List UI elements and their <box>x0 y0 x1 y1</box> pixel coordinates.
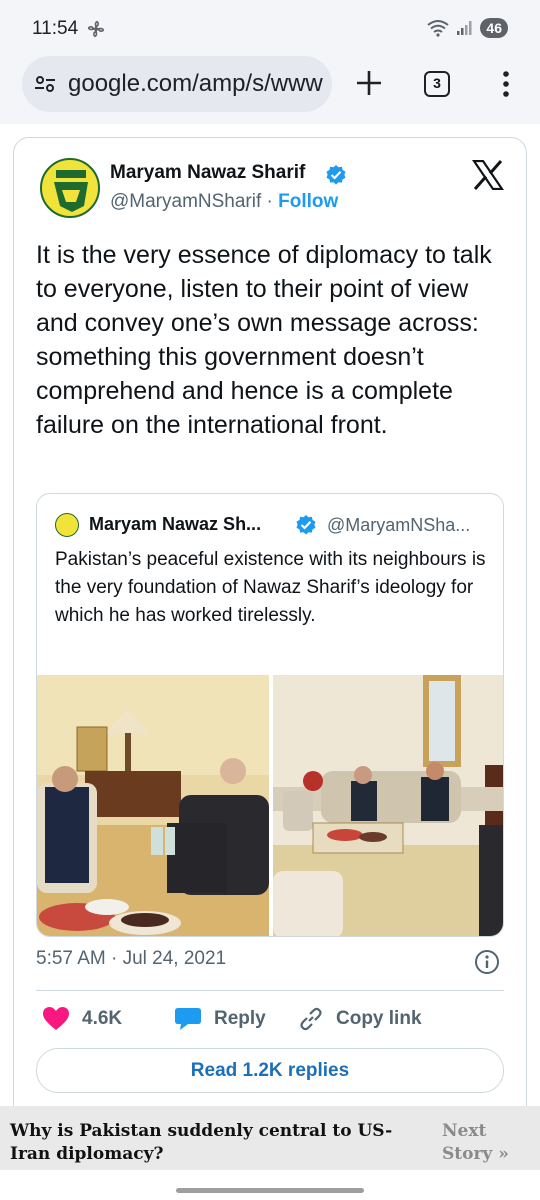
quoted-author-handle: @MaryamNSha... <box>327 515 471 535</box>
wifi-icon <box>427 20 450 37</box>
next-story-link[interactable]: Next Story » <box>442 1120 512 1166</box>
divider <box>36 990 504 991</box>
party-logo-icon <box>54 170 88 212</box>
battery-indicator: 46 <box>480 18 508 38</box>
status-time: 11:54 <box>32 18 79 39</box>
address-bar[interactable]: google.com/amp/s/www <box>22 56 332 112</box>
like-count: 4.6K <box>82 1008 123 1029</box>
info-icon[interactable] <box>474 949 500 975</box>
author-name[interactable]: Maryam Nawaz Sharif <box>110 162 305 184</box>
link-icon <box>300 1007 322 1031</box>
story-bar: Why is Pakistan suddenly central to US-I… <box>0 1106 540 1170</box>
reply-bubble-icon <box>175 1008 201 1030</box>
tweet-actions: 4.6K Reply Copy link <box>36 1006 506 1042</box>
site-settings-icon[interactable] <box>34 73 56 95</box>
story-title-link[interactable]: Why is Pakistan suddenly central to US-I… <box>10 1120 420 1166</box>
url-text[interactable]: google.com/amp/s/www <box>68 70 323 98</box>
signal-icon <box>457 21 472 35</box>
read-replies-button[interactable]: Read 1.2K replies <box>36 1048 504 1093</box>
verified-badge-icon <box>326 165 346 185</box>
like-button[interactable]: 4.6K <box>42 1006 122 1032</box>
quoted-author-name: Maryam Nawaz Sh... <box>89 514 262 534</box>
heart-icon <box>43 1007 69 1030</box>
new-tab-icon[interactable] <box>352 66 386 100</box>
fan-icon <box>88 21 104 37</box>
avatar[interactable] <box>40 158 100 218</box>
handle-separator: · <box>261 191 279 212</box>
reply-button[interactable]: Reply <box>174 1006 266 1032</box>
copy-link-button[interactable]: Copy link <box>298 1006 422 1032</box>
browser-toolbar: google.com/amp/s/www 3 <box>0 56 540 124</box>
status-bar: 11:54 46 <box>0 0 540 56</box>
tweet-embed: Maryam Nawaz Sharif @MaryamNSharif · Fol… <box>13 137 527 1127</box>
x-logo-icon[interactable] <box>472 160 504 190</box>
reply-label: Reply <box>214 1008 266 1029</box>
quoted-tweet[interactable]: Maryam Nawaz Sh... @MaryamNSha... Pakist… <box>36 493 504 937</box>
status-indicators: 46 <box>426 18 508 38</box>
copy-link-label: Copy link <box>336 1008 422 1029</box>
follow-button[interactable]: Follow <box>278 191 338 212</box>
quoted-avatar <box>55 513 79 537</box>
author-handle-line: @MaryamNSharif · Follow <box>110 191 338 213</box>
home-indicator[interactable] <box>176 1188 364 1193</box>
author-handle[interactable]: @MaryamNSharif <box>110 191 261 212</box>
tweet-text: It is the very essence of diplomacy to t… <box>36 241 492 439</box>
tweet-photo-1[interactable] <box>37 675 269 936</box>
quoted-tweet-text: Pakistan’s peaceful existence with its n… <box>55 549 486 626</box>
more-menu-icon[interactable] <box>496 68 516 100</box>
verified-badge-icon <box>296 515 316 535</box>
tab-switcher-button[interactable]: 3 <box>424 71 450 97</box>
tweet-photo-2[interactable] <box>273 675 503 936</box>
tweet-timestamp[interactable]: 5:57 AM · Jul 24, 2021 <box>36 948 226 970</box>
